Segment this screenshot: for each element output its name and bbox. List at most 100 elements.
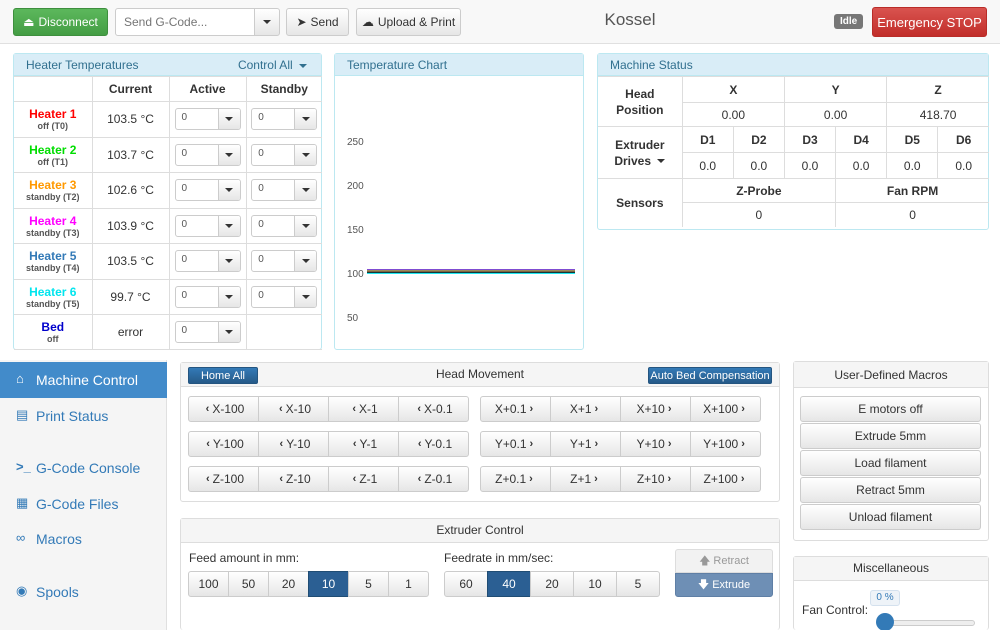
heater-5-active-temp-input[interactable]: 0 bbox=[174, 250, 241, 273]
fan-value-tooltip: 0 % bbox=[870, 590, 900, 606]
send-button[interactable]: ➤ Send bbox=[286, 8, 349, 36]
control-all-dropdown[interactable]: Control All bbox=[238, 58, 307, 72]
sidebar-item-gcode-console[interactable]: >_ G-Code Console bbox=[0, 450, 167, 486]
bed-active-temp-input[interactable]: 0 bbox=[174, 321, 241, 343]
feedrate-60-button[interactable]: 60 bbox=[444, 571, 488, 597]
heater-4-standby-temp-input[interactable]: 0 bbox=[251, 214, 318, 237]
move-button-yplus10[interactable]: Y+10 › bbox=[620, 431, 691, 457]
heater-4-active-temp-input[interactable]: 0 bbox=[174, 214, 241, 237]
move-button-yplus100[interactable]: Y+100 › bbox=[690, 431, 761, 457]
move-button-zminus1[interactable]: ‹ Z-1 bbox=[328, 466, 399, 492]
move-button-yminus1[interactable]: ‹ Y-1 bbox=[328, 431, 399, 457]
axis-value: 0.00 bbox=[783, 102, 888, 127]
heater-label-bed[interactable]: Bed off bbox=[14, 314, 93, 350]
macro-button[interactable]: Extrude 5mm bbox=[800, 423, 981, 449]
home-all-button[interactable]: Home All bbox=[188, 367, 258, 384]
table-row: Heater 3 standby (T2) 102.6 °C 0 0 bbox=[14, 172, 322, 209]
feed-amount-5-button[interactable]: 5 bbox=[348, 571, 389, 597]
move-button-xminus10[interactable]: ‹ X-10 bbox=[258, 396, 329, 422]
feed-amount-10-button[interactable]: 10 bbox=[308, 571, 349, 597]
move-button-xminus0-1[interactable]: ‹ X-0.1 bbox=[398, 396, 469, 422]
feed-amount-20-button[interactable]: 20 bbox=[268, 571, 309, 597]
move-button-zminus10[interactable]: ‹ Z-10 bbox=[258, 466, 329, 492]
move-button-xminus100[interactable]: ‹ X-100 bbox=[188, 396, 259, 422]
column-header: Active bbox=[168, 76, 247, 102]
heater-6-standby-temp-input[interactable]: 0 bbox=[251, 285, 318, 308]
emergency-stop-button[interactable]: Emergency STOP bbox=[872, 7, 987, 37]
feedrate-20-button[interactable]: 20 bbox=[530, 571, 574, 597]
feedrate-40-button[interactable]: 40 bbox=[487, 571, 531, 597]
move-button-yminus100[interactable]: ‹ Y-100 bbox=[188, 431, 259, 457]
macro-button[interactable]: E motors off bbox=[800, 396, 981, 422]
heater-current-temp: 103.9 °C bbox=[91, 207, 170, 244]
fan-control-label: Fan Control: bbox=[802, 603, 869, 617]
move-button-zplus100[interactable]: Z+100 › bbox=[690, 466, 761, 492]
retract-button[interactable]: 🡅 Retract bbox=[675, 549, 773, 573]
move-button-yplus0-1[interactable]: Y+0.1 › bbox=[480, 431, 551, 457]
macro-button[interactable]: Unload filament bbox=[800, 504, 981, 530]
move-button-xplus10[interactable]: X+10 › bbox=[620, 396, 691, 422]
heater-3-active-temp-input[interactable]: 0 bbox=[174, 179, 241, 202]
extruder-drives-dropdown[interactable]: Extruder Drives bbox=[598, 126, 683, 179]
heater-3-standby-temp-input[interactable]: 0 bbox=[251, 179, 318, 202]
sidebar-item-gcode-files[interactable]: ▦ G-Code Files bbox=[0, 486, 167, 522]
y-tick-label: 150 bbox=[347, 225, 364, 236]
move-button-yminus0-1[interactable]: ‹ Y-0.1 bbox=[398, 431, 469, 457]
chevron-left-icon: ‹ bbox=[205, 473, 210, 485]
heater-2-active-temp-input[interactable]: 0 bbox=[174, 143, 241, 166]
chevron-right-icon: › bbox=[667, 438, 672, 450]
heater-label-2[interactable]: Heater 2 off (T1) bbox=[14, 136, 93, 173]
fan-slider-track[interactable] bbox=[880, 620, 975, 626]
chevron-down-icon bbox=[301, 294, 310, 299]
sidebar-item-print-status[interactable]: ▤ Print Status bbox=[0, 398, 167, 434]
macro-button[interactable]: Load filament bbox=[800, 450, 981, 476]
move-button-yminus10[interactable]: ‹ Y-10 bbox=[258, 431, 329, 457]
axis-label: Z bbox=[886, 76, 989, 103]
fan-slider-handle[interactable] bbox=[876, 613, 894, 630]
move-button-xminus1[interactable]: ‹ X-1 bbox=[328, 396, 399, 422]
move-button-yplus1[interactable]: Y+1 › bbox=[550, 431, 621, 457]
feedrate-5-button[interactable]: 5 bbox=[616, 571, 660, 597]
gcode-input[interactable] bbox=[115, 8, 255, 36]
chevron-down-icon bbox=[225, 117, 233, 122]
move-button-zminus100[interactable]: ‹ Z-100 bbox=[188, 466, 259, 492]
move-button-xplus0-1[interactable]: X+0.1 › bbox=[480, 396, 551, 422]
move-group-x-neg: ‹ X-100 ‹ X-10 ‹ X-1 ‹ X-0.1 bbox=[188, 396, 469, 422]
heater-1-active-temp-input[interactable]: 0 bbox=[174, 108, 241, 131]
sidebar-item-macros[interactable]: ∞ Macros bbox=[0, 521, 167, 557]
heater-6-active-temp-input[interactable]: 0 bbox=[174, 285, 241, 308]
heater-label-5[interactable]: Heater 5 standby (T4) bbox=[14, 243, 93, 280]
feed-amount-1-button[interactable]: 1 bbox=[388, 571, 429, 597]
chevron-right-icon: › bbox=[529, 403, 534, 415]
arrow-down-icon: 🡇 bbox=[697, 578, 710, 591]
print-icon: ▤ bbox=[16, 407, 29, 422]
auto-bed-compensation-button[interactable]: Auto Bed Compensation bbox=[648, 367, 772, 384]
move-button-xplus100[interactable]: X+100 › bbox=[690, 396, 761, 422]
feed-amount-50-button[interactable]: 50 bbox=[228, 571, 269, 597]
heater-label-4[interactable]: Heater 4 standby (T3) bbox=[14, 207, 93, 244]
upload-print-button[interactable]: ☁ Upload & Print bbox=[356, 8, 461, 36]
macro-button[interactable]: Retract 5mm bbox=[800, 477, 981, 503]
table-row: Heater 2 off (T1) 103.7 °C 0 0 bbox=[14, 136, 322, 173]
feedrate-10-button[interactable]: 10 bbox=[573, 571, 617, 597]
disconnect-button[interactable]: ⏏ Disconnect bbox=[13, 8, 108, 36]
move-button-zplus0-1[interactable]: Z+0.1 › bbox=[480, 466, 551, 492]
heater-2-standby-temp-input[interactable]: 0 bbox=[251, 143, 318, 166]
heater-label-6[interactable]: Heater 6 standby (T5) bbox=[14, 278, 93, 315]
feed-amount-100-button[interactable]: 100 bbox=[188, 571, 229, 597]
sidebar-item-machine-control[interactable]: ⌂ Machine Control bbox=[0, 362, 167, 398]
heater-label-3[interactable]: Heater 3 standby (T2) bbox=[14, 172, 93, 209]
move-button-zminus0-1[interactable]: ‹ Z-0.1 bbox=[398, 466, 469, 492]
move-button-zplus1[interactable]: Z+1 › bbox=[550, 466, 621, 492]
chevron-right-icon: › bbox=[741, 438, 745, 450]
move-button-zplus10[interactable]: Z+10 › bbox=[620, 466, 691, 492]
gcode-history-dropdown[interactable] bbox=[254, 8, 280, 36]
extrude-button[interactable]: 🡇 Extrude bbox=[675, 573, 773, 597]
heater-5-standby-temp-input[interactable]: 0 bbox=[251, 250, 318, 273]
move-button-xplus1[interactable]: X+1 › bbox=[550, 396, 621, 422]
chevron-left-icon: ‹ bbox=[417, 403, 421, 415]
sidebar-item-spools[interactable]: ◉ Spools bbox=[0, 574, 167, 610]
heater-1-standby-temp-input[interactable]: 0 bbox=[251, 108, 318, 131]
heater-label-1[interactable]: Heater 1 off (T0) bbox=[14, 101, 93, 138]
heater-current-temp: 103.5 °C bbox=[91, 243, 170, 280]
